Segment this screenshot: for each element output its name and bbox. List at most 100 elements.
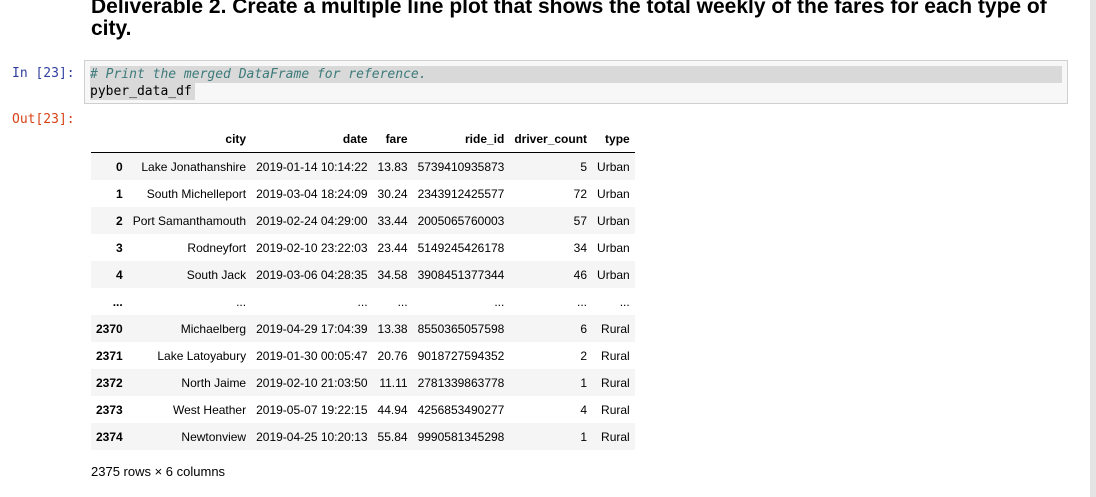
cell-type: Urban [597,240,630,255]
dataframe-table: city date fare ride_id driver_count type… [91,125,635,450]
cell-fare: 13.83 [377,159,408,174]
table-row: 4 South Jack 2019-03-06 04:28:35 34.58 39084… [91,261,635,288]
cell-ride-id: 9990581345298 [417,429,505,444]
table-header-row: city date fare ride_id driver_count type [91,125,635,153]
cell-city: West Heather [172,402,247,417]
row-index: 2373 [96,402,123,417]
table-row: ..................... [91,288,635,315]
vertical-scrollbar[interactable] [1090,0,1096,497]
cell-date: 2019-02-10 23:22:03 [256,240,368,255]
cell-fare: 55.84 [377,429,408,444]
cell-type: Rural [601,375,630,390]
cell-city: North Jaime [181,375,247,390]
cell-driver-count: 4 [580,402,588,417]
cell-fare: 44.94 [377,402,408,417]
column-header-driver-count: driver_count [509,125,593,153]
cell-driver-count: 57 [573,213,588,228]
cell-type: Urban [597,267,630,282]
cell-ride-id: ... [494,294,505,309]
cell-ride-id: 2781339863778 [417,375,505,390]
cell-driver-count: 1 [580,375,588,390]
column-header-city: city [127,125,252,153]
row-index: 0 [116,159,123,174]
cell-city: Port Samanthamouth [132,213,247,228]
cell-date: 2019-04-25 10:20:13 [256,429,368,444]
cell-ride-id: 9018727594352 [417,348,505,363]
cell-type: Urban [597,213,630,228]
cell-city: Rodneyfort [187,240,247,255]
cell-city: Lake Jonathanshire [141,159,247,174]
row-index: 2 [116,213,123,228]
cell-ride-id: 5149245426178 [417,240,505,255]
cell-ride-id: 2005065760003 [417,213,505,228]
column-header-ride-id: ride_id [412,125,510,153]
dataframe-shape-summary: 2375 rows × 6 columns [91,464,226,479]
table-row: 2371 Lake Latoyabury 2019-01-30 00:05:47 20… [91,342,635,369]
row-index: 4 [116,267,123,282]
row-index: ... [112,294,123,309]
code-comment-line: # Print the merged DataFrame for referen… [90,66,1062,83]
cell-date: 2019-03-04 18:24:09 [256,186,368,201]
cell-date: ... [357,294,368,309]
column-header-date: date [251,125,373,153]
row-index: 2372 [96,375,123,390]
cell-type: Rural [601,402,630,417]
cell-driver-count: 5 [580,159,588,174]
table-row: 0 Lake Jonathanshire 2019-01-14 10:14:22 13… [91,152,635,180]
cell-fare: 20.76 [377,348,408,363]
cell-type: Rural [601,348,630,363]
table-row: 2370 Michaelberg 2019-04-29 17:04:39 13.38 8… [91,315,635,342]
markdown-heading: Deliverable 2. Create a multiple line pl… [91,0,1047,40]
row-index: 2371 [96,348,123,363]
table-row: 2373 West Heather 2019-05-07 19:22:15 44.94… [91,396,635,423]
row-index: 1 [116,186,123,201]
column-header-type: type [592,125,635,153]
input-prompt: In [23]: [12,66,75,81]
cell-ride-id: 2343912425577 [417,186,505,201]
row-index: 2374 [96,429,123,444]
column-header-fare: fare [372,125,413,153]
cell-date: 2019-04-29 17:04:39 [256,321,368,336]
cell-city: ... [236,294,247,309]
cell-ride-id: 3908451377344 [417,267,505,282]
cell-city: Newtonview [181,429,247,444]
cell-driver-count: 2 [580,348,588,363]
index-header [91,125,128,153]
cell-fare: 33.44 [377,213,408,228]
cell-city: Michaelberg [180,321,247,336]
cell-driver-count: 46 [573,267,588,282]
cell-date: 2019-02-24 04:29:00 [256,213,368,228]
cell-fare: 11.11 [379,375,408,390]
cell-type: ... [619,294,630,309]
cell-type: Rural [601,321,630,336]
cell-type: Urban [597,186,630,201]
cell-ride-id: 5739410935873 [417,159,505,174]
cell-date: 2019-05-07 19:22:15 [256,402,368,417]
cell-driver-count: 6 [580,321,588,336]
cell-type: Rural [601,429,630,444]
table-row: 1 South Michelleport 2019-03-04 18:24:09 30… [91,180,635,207]
cell-fare: 23.44 [377,240,408,255]
cell-fare: 30.24 [377,186,408,201]
cell-city: South Michelleport [146,186,247,201]
cell-fare: ... [397,294,408,309]
cell-fare: 34.58 [377,267,408,282]
cell-date: 2019-02-10 21:03:50 [256,375,368,390]
cell-driver-count: 1 [580,429,588,444]
cell-city: Lake Latoyabury [157,348,247,363]
table-row: 3 Rodneyfort 2019-02-10 23:22:03 23.44 51492… [91,234,635,261]
cell-ride-id: 8550365057598 [417,321,505,336]
cell-driver-count: ... [577,294,588,309]
code-variable-line: pyber_data_df [90,83,195,100]
cell-fare: 13.38 [377,321,408,336]
cell-city: South Jack [186,267,247,282]
cell-driver-count: 72 [573,186,588,201]
cell-date: 2019-01-30 00:05:47 [256,348,368,363]
cell-driver-count: 34 [573,240,588,255]
row-index: 3 [116,240,123,255]
table-row: 2372 North Jaime 2019-02-10 21:03:50 11.11 2… [91,369,635,396]
code-cell-editor[interactable]: # Print the merged DataFrame for referen… [84,60,1068,104]
cell-date: 2019-03-06 04:28:35 [256,267,368,282]
cell-date: 2019-01-14 10:14:22 [256,159,368,174]
cell-type: Urban [597,159,630,174]
